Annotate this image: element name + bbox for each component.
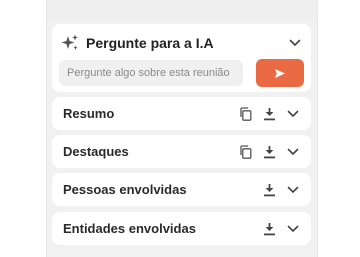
chevron-down-icon[interactable]	[285, 106, 301, 122]
chevron-down-icon[interactable]	[285, 182, 301, 198]
section-label: Entidades envolvidas	[63, 221, 196, 236]
download-icon[interactable]	[261, 144, 277, 160]
section-label: Pessoas envolvidas	[63, 182, 187, 197]
ask-ai-header[interactable]: Pergunte para a I.A	[60, 32, 303, 54]
send-arrow-icon	[274, 68, 286, 79]
copy-icon[interactable]	[237, 106, 253, 122]
ask-ai-input[interactable]	[59, 60, 243, 86]
sparkle-icon	[60, 34, 82, 52]
top-strip	[47, 0, 317, 20]
meeting-side-panel: Pergunte para a I.A Resumo	[46, 0, 318, 257]
section-label: Resumo	[63, 106, 115, 121]
download-icon[interactable]	[261, 221, 277, 237]
chevron-down-icon[interactable]	[287, 35, 303, 51]
section-row-entidades-envolvidas[interactable]: Entidades envolvidas	[52, 212, 311, 245]
section-row-resumo[interactable]: Resumo	[52, 97, 311, 130]
send-button[interactable]	[256, 59, 304, 87]
download-icon[interactable]	[261, 106, 277, 122]
copy-icon[interactable]	[237, 144, 253, 160]
section-label: Destaques	[63, 144, 129, 159]
chevron-down-icon[interactable]	[285, 144, 301, 160]
chevron-down-icon[interactable]	[285, 221, 301, 237]
ask-ai-title: Pergunte para a I.A	[86, 35, 214, 51]
download-icon[interactable]	[261, 182, 277, 198]
section-row-pessoas-envolvidas[interactable]: Pessoas envolvidas	[52, 173, 311, 206]
ask-ai-card: Pergunte para a I.A	[52, 24, 311, 92]
section-row-destaques[interactable]: Destaques	[52, 135, 311, 168]
